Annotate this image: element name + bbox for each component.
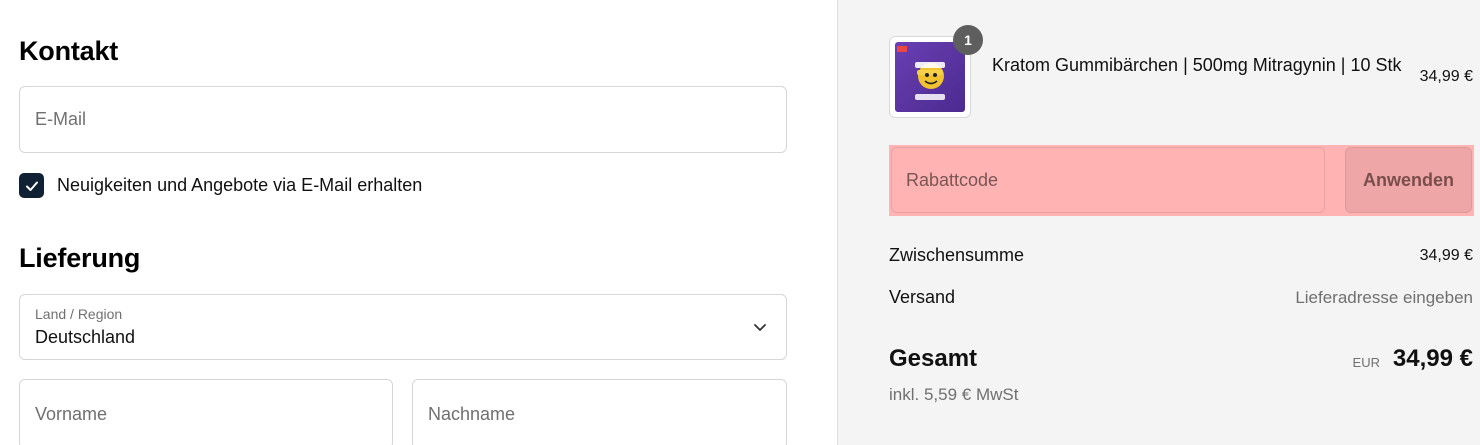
delivery-heading: Lieferung: [19, 243, 141, 273]
total-currency: EUR: [1352, 355, 1380, 370]
quantity-badge: 1: [953, 25, 983, 55]
email-field[interactable]: [19, 86, 787, 153]
gummy-bag-icon: [897, 46, 945, 100]
first-name-input[interactable]: [20, 380, 392, 445]
product-title: Kratom Gummibärchen | 500mg Mitragynin |…: [992, 55, 1402, 75]
order-summary: 1 Kratom Gummibärchen | 500mg Mitragynin…: [837, 0, 1480, 445]
country-select[interactable]: Land / Region Deutschland: [19, 294, 787, 360]
newsletter-option[interactable]: Neuigkeiten und Angebote via E-Mail erha…: [19, 173, 422, 198]
total-value: 34,99 €: [1392, 345, 1473, 372]
first-name-field[interactable]: [19, 379, 393, 445]
newsletter-label: Neuigkeiten und Angebote via E-Mail erha…: [57, 175, 423, 195]
country-label: Land / Region: [35, 306, 123, 322]
discount-section: Anwenden: [889, 145, 1474, 216]
checkout-form: Kontakt Neuigkeiten und Angebote via E-M…: [0, 0, 837, 445]
country-value: Deutschland: [35, 327, 136, 347]
product-price: 34,99 €: [1419, 68, 1473, 85]
checkmark-icon: [25, 181, 38, 191]
last-name-field[interactable]: [412, 379, 787, 445]
chevron-down-icon: [754, 324, 766, 331]
tax-note: inkl. 5,59 € MwSt: [889, 385, 1019, 404]
product-image: [895, 42, 965, 112]
discount-code-input[interactable]: [892, 148, 1324, 212]
discount-code-field[interactable]: [891, 147, 1325, 213]
newsletter-checkbox[interactable]: [19, 173, 44, 198]
shipping-value: Lieferadresse eingeben: [1295, 288, 1473, 307]
subtotal-value: 34,99 €: [1419, 247, 1473, 264]
last-name-input[interactable]: [413, 380, 786, 445]
contact-heading: Kontakt: [19, 36, 119, 66]
email-input[interactable]: [20, 87, 786, 152]
total-label: Gesamt: [889, 345, 978, 372]
shipping-label: Versand: [889, 287, 956, 307]
apply-discount-button[interactable]: Anwenden: [1345, 147, 1472, 213]
subtotal-label: Zwischensumme: [889, 245, 1025, 265]
